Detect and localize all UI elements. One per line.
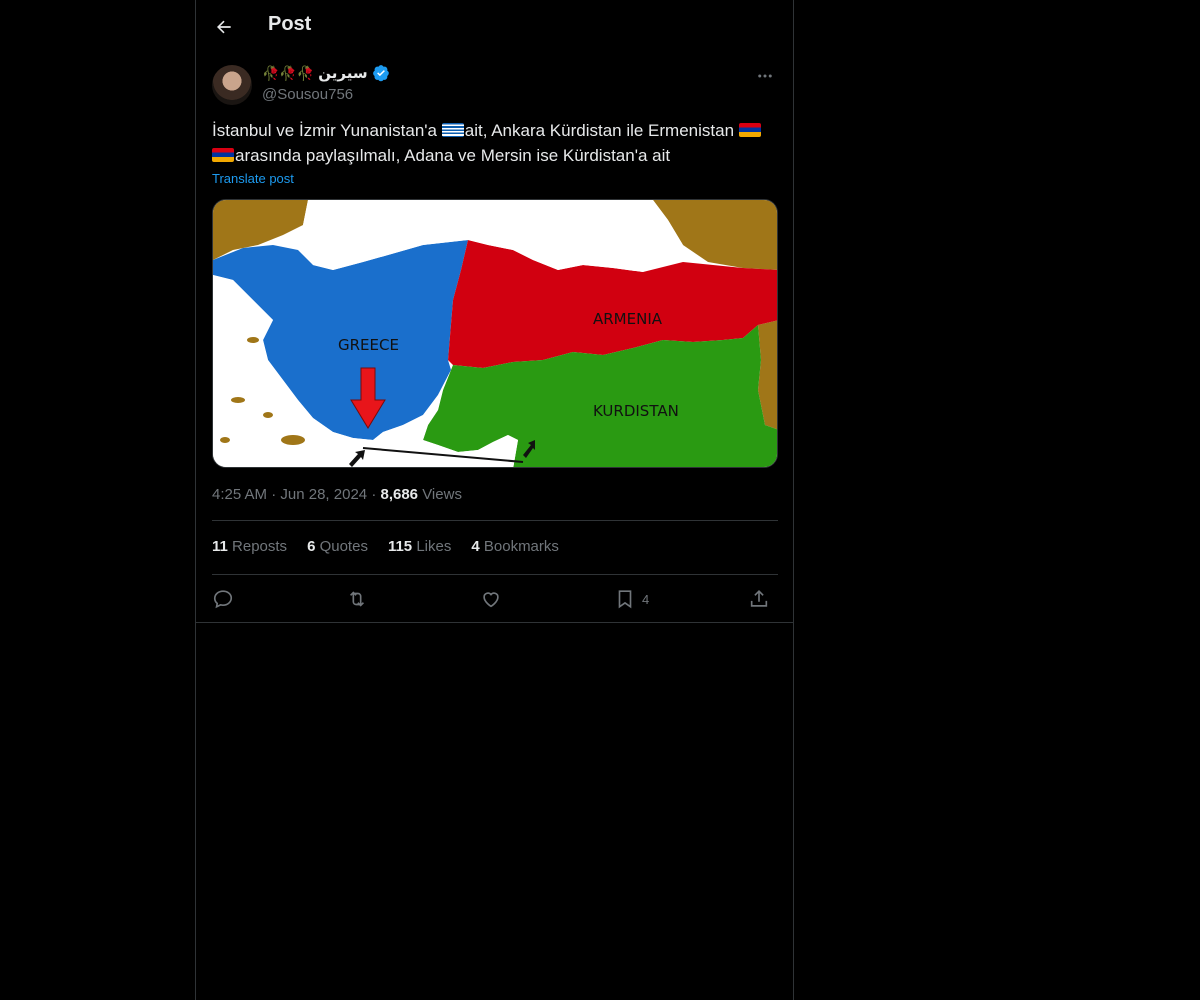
author-name-row[interactable]: 🥀🥀🥀 سيرين	[262, 64, 390, 82]
map-image: GREECE ARMENIA KURDISTAN	[213, 200, 777, 467]
separator-dot: ·	[271, 486, 281, 503]
post-image[interactable]: GREECE ARMENIA KURDISTAN	[212, 199, 778, 468]
bookmarks-count: 4	[471, 538, 480, 555]
share-icon	[750, 590, 768, 607]
reposts-count: 11	[212, 538, 228, 555]
bookmarks-label: Bookmarks	[483, 538, 559, 555]
verified-badge-icon	[372, 65, 389, 82]
likes-count: 115	[387, 538, 413, 555]
map-label-kurdistan: KURDISTAN	[593, 402, 679, 420]
more-dots-icon	[758, 74, 772, 78]
quotes-count: 6	[307, 538, 316, 555]
bookmark-icon	[618, 590, 632, 609]
author-name[interactable]: سيرين	[318, 64, 367, 82]
armenia-flag-icon	[212, 148, 234, 162]
share-button[interactable]	[748, 585, 770, 613]
engagement-stats: 11 Reposts 6 Quotes 115 Likes 4 Bookmark…	[212, 538, 559, 555]
divider	[212, 520, 778, 521]
map-label-greece: GREECE	[338, 336, 399, 354]
armenia-flag-icon	[738, 123, 761, 137]
post-text-part: İstanbul ve İzmir Yunanistan'a	[212, 121, 442, 140]
post-bottom-border	[196, 622, 793, 623]
greece-flag-icon	[441, 123, 464, 137]
reply-button[interactable]	[212, 585, 234, 613]
more-options-button[interactable]	[753, 64, 777, 88]
reposts-label: Reposts	[232, 538, 288, 555]
post-text-part: ait, Ankara Kürdistan ile Ermenistan	[464, 121, 739, 140]
avatar[interactable]	[212, 65, 252, 105]
post-text: İstanbul ve İzmir Yunanistan'a ait, Anka…	[212, 118, 778, 168]
translate-post-link[interactable]: Translate post	[212, 171, 294, 186]
repost-icon	[349, 591, 365, 607]
header: Post	[196, 0, 793, 53]
post-meta: 4:25 AM · Jun 28, 2024 · 8,686 Views	[212, 486, 462, 503]
views-label: Views	[422, 486, 462, 503]
page-title: Post	[268, 13, 312, 35]
post-date[interactable]: Jun 28, 2024	[280, 486, 367, 503]
repost-button[interactable]	[346, 585, 368, 613]
like-button[interactable]	[480, 585, 502, 613]
post-column: Post 🥀🥀🥀 سيرين @Sousou756 İstanbul ve İz…	[195, 0, 794, 1000]
map-label-armenia: ARMENIA	[593, 310, 663, 328]
views-count: 8,686	[380, 486, 419, 503]
bookmark-action-count: 4	[642, 591, 650, 607]
reply-icon	[213, 590, 233, 609]
post-time[interactable]: 4:25 AM	[212, 486, 267, 503]
likes-label: Likes	[416, 538, 452, 555]
bookmarks-stat[interactable]: 4 Bookmarks	[471, 538, 559, 555]
author-handle[interactable]: @Sousou756	[262, 86, 353, 103]
quotes-label: Quotes	[319, 538, 368, 555]
author-emoji: 🥀🥀🥀	[262, 64, 315, 81]
reposts-stat[interactable]: 11 Reposts	[212, 538, 287, 555]
heart-icon	[483, 592, 499, 608]
arrow-left-icon	[217, 20, 231, 34]
quotes-stat[interactable]: 6 Quotes	[307, 538, 368, 555]
bookmark-button[interactable]: 4	[614, 585, 649, 613]
back-button[interactable]	[208, 11, 240, 43]
post-text-part: arasında paylaşılmalı, Adana ve Mersin i…	[235, 146, 671, 165]
divider	[212, 574, 778, 575]
action-bar: 4	[212, 585, 778, 613]
likes-stat[interactable]: 115 Likes	[388, 538, 451, 555]
